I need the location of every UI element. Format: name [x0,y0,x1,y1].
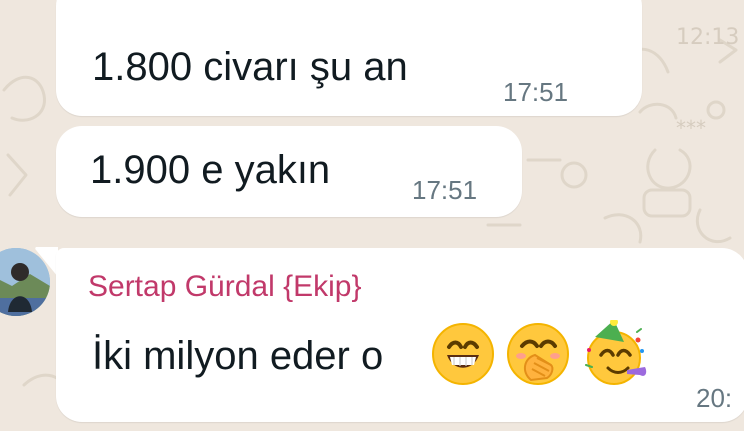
message-bubble-3[interactable]: Sertap Gürdal {Ekip} İki milyon eder o 2… [56,248,744,422]
face-with-hand-over-mouth-emoji [507,323,569,385]
sender-name[interactable]: Sertap Gürdal {Ekip} [88,272,362,302]
message-text: İki milyon eder o [92,334,384,378]
message-bubble-2[interactable]: 1.900 e yakın 17:51 [56,126,522,217]
message-timestamp: 17:51 [503,77,569,107]
message-text: 1.900 e yakın [90,148,331,192]
message-timestamp: 20: [696,383,733,413]
grinning-face-with-smiling-eyes-emoji [432,323,494,385]
svg-text:***: *** [676,116,706,140]
message-bubble-1[interactable]: 1.800 civarı şu an 17:51 [56,0,642,116]
partying-face-emoji [585,320,647,385]
message-tail-icon [35,247,58,277]
message-timestamp: 17:51 [412,175,478,205]
svg-text:12:13: 12:13 [676,25,739,50]
message-text: 1.800 civarı şu an [92,45,408,89]
